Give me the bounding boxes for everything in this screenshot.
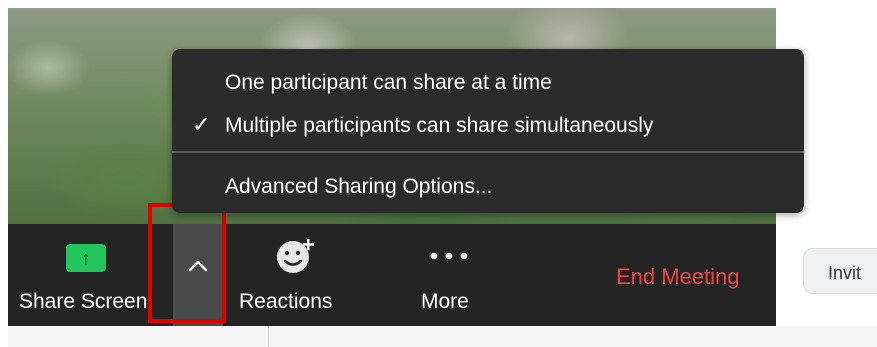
menu-item-multiple-participants[interactable]: ✓ Multiple participants can share simult… <box>172 104 804 148</box>
menu-item-one-participant[interactable]: One participant can share at a time <box>172 61 804 105</box>
more-label: More <box>421 290 469 313</box>
meeting-toolbar: ↑ Share Screen Reactions More End Meetin… <box>8 224 776 326</box>
bottom-divider <box>268 326 269 347</box>
menu-item-label: One participant can share at a time <box>225 71 552 94</box>
ellipsis-icon <box>430 252 468 260</box>
reactions-label: Reactions <box>239 290 333 313</box>
share-options-menu: One participant can share at a time ✓ Mu… <box>172 49 804 213</box>
share-screen-label: Share Screen <box>19 290 148 313</box>
bottom-strip <box>8 326 877 347</box>
menu-item-label: Advanced Sharing Options... <box>225 175 493 198</box>
invite-button[interactable]: Invit <box>803 248 877 294</box>
highlight-box <box>148 203 226 323</box>
share-screen-icon: ↑ <box>66 244 106 272</box>
menu-item-advanced-sharing[interactable]: Advanced Sharing Options... <box>172 165 804 209</box>
emoji-add-icon <box>277 239 314 273</box>
end-meeting-button[interactable]: End Meeting <box>616 264 740 290</box>
menu-item-label: Multiple participants can share simultan… <box>225 114 654 137</box>
checkmark-icon: ✓ <box>192 112 211 137</box>
menu-divider <box>172 151 804 153</box>
